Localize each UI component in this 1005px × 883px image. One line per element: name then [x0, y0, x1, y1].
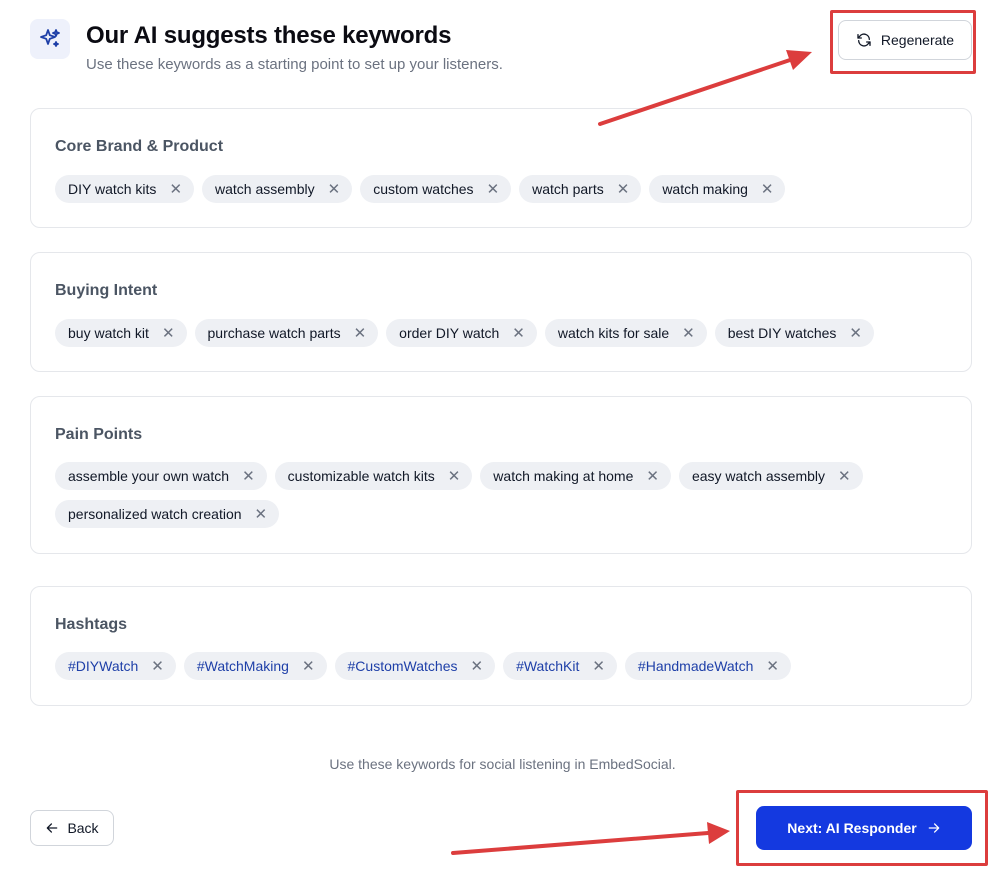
refresh-icon: [856, 32, 872, 48]
remove-keyword-icon[interactable]: ✕: [682, 326, 695, 341]
keyword-chip: watch kits for sale ✕: [544, 319, 707, 347]
remove-keyword-icon[interactable]: ✕: [838, 469, 851, 484]
section-card: Core Brand & Product DIY watch kits ✕ watc…: [30, 108, 972, 228]
remove-keyword-icon[interactable]: ✕: [255, 507, 268, 522]
remove-keyword-icon[interactable]: ✕: [354, 326, 367, 341]
annotation-arrow: [451, 822, 730, 855]
keyword-label: DIY watch kits: [68, 181, 157, 197]
remove-keyword-icon[interactable]: ✕: [470, 659, 483, 674]
section-title: Buying Intent: [55, 282, 158, 299]
keyword-chip: assemble your own watch ✕: [55, 462, 267, 490]
hashtag-chip: #WatchKit ✕: [503, 652, 617, 680]
keyword-label: #WatchKit: [516, 658, 580, 674]
section-title: Pain Points: [55, 426, 143, 443]
keyword-label: purchase watch parts: [207, 325, 341, 341]
keyword-label: watch making: [662, 181, 748, 197]
page-subtitle: Use these keywords as a starting point t…: [86, 56, 503, 73]
section-title: Hashtags: [55, 616, 128, 633]
keyword-chip: customizable watch kits ✕: [274, 462, 473, 490]
keyword-chip: watch assembly ✕: [202, 175, 353, 203]
remove-keyword-icon[interactable]: ✕: [766, 659, 779, 674]
remove-keyword-icon[interactable]: ✕: [487, 182, 500, 197]
regenerate-button[interactable]: Regenerate: [838, 20, 972, 60]
keyword-label: order DIY watch: [399, 325, 500, 341]
next-ai-responder-button[interactable]: Next: AI Responder: [756, 806, 972, 850]
keyword-label: best DIY watches: [727, 325, 837, 341]
keyword-label: easy watch assembly: [691, 468, 826, 484]
section-card: Hashtags #DIYWatch ✕ #WatchMaking ✕ #CustomW…: [30, 586, 972, 706]
keyword-label: buy watch kit: [68, 325, 149, 341]
keyword-label: #HandmadeWatch: [637, 658, 754, 674]
remove-keyword-icon[interactable]: ✕: [849, 326, 862, 341]
arrow-left-icon: [45, 821, 59, 835]
keyword-chip: watch making ✕: [649, 175, 786, 203]
remove-keyword-icon[interactable]: ✕: [617, 182, 630, 197]
hashtag-chip: #WatchMaking ✕: [183, 652, 327, 680]
section-card: Pain Points assemble your own watch ✕ cust…: [30, 396, 972, 554]
remove-keyword-icon[interactable]: ✕: [761, 182, 774, 197]
keyword-chip: watch parts ✕: [519, 175, 642, 203]
keyword-label: customizable watch kits: [287, 468, 435, 484]
remove-keyword-icon[interactable]: ✕: [169, 182, 182, 197]
keyword-chip: easy watch assembly ✕: [678, 462, 863, 490]
remove-keyword-icon[interactable]: ✕: [592, 659, 605, 674]
keyword-label: personalized watch creation: [68, 506, 242, 522]
keyword-list: buy watch kit ✕ purchase watch parts ✕ order…: [55, 319, 945, 347]
keyword-chip: DIY watch kits ✕: [55, 175, 195, 203]
keyword-chip: custom watches ✕: [360, 175, 512, 203]
keyword-label: #CustomWatches: [347, 658, 458, 674]
keyword-label: #WatchMaking: [196, 658, 289, 674]
remove-keyword-icon[interactable]: ✕: [162, 326, 175, 341]
keyword-chip: watch making at home ✕: [480, 462, 671, 490]
hashtag-chip: #HandmadeWatch ✕: [624, 652, 791, 680]
keyword-label: watch kits for sale: [557, 325, 670, 341]
keyword-label: #DIYWatch: [68, 658, 139, 674]
keyword-label: watch assembly: [215, 181, 315, 197]
remove-keyword-icon[interactable]: ✕: [448, 469, 461, 484]
remove-keyword-icon[interactable]: ✕: [328, 182, 341, 197]
keyword-label: assemble your own watch: [68, 468, 230, 484]
keyword-label: watch parts: [532, 181, 604, 197]
keyword-chip: personalized watch creation ✕: [55, 500, 280, 528]
keyword-chip: best DIY watches ✕: [714, 319, 874, 347]
keyword-list: assemble your own watch ✕ customizable wat…: [55, 462, 945, 528]
remove-keyword-icon[interactable]: ✕: [512, 326, 525, 341]
keyword-list: #DIYWatch ✕ #WatchMaking ✕ #CustomWatches ✕ #W…: [55, 652, 945, 680]
remove-keyword-icon[interactable]: ✕: [302, 659, 315, 674]
keyword-label: custom watches: [373, 181, 474, 197]
footer-note: Use these keywords for social listening …: [329, 756, 676, 772]
section-title: Core Brand & Product: [55, 138, 224, 155]
section-card: Buying Intent buy watch kit ✕ purchase wat…: [30, 252, 972, 372]
back-label: Back: [67, 820, 99, 836]
remove-keyword-icon[interactable]: ✕: [151, 659, 164, 674]
hashtag-chip: #CustomWatches ✕: [334, 652, 496, 680]
keyword-chip: buy watch kit ✕: [55, 319, 187, 347]
keyword-chip: purchase watch parts ✕: [194, 319, 379, 347]
back-button[interactable]: Back: [30, 810, 114, 846]
arrow-right-icon: [927, 821, 941, 835]
sparkles-icon: [30, 19, 70, 59]
remove-keyword-icon[interactable]: ✕: [646, 469, 659, 484]
keyword-list: DIY watch kits ✕ watch assembly ✕ custom wat…: [55, 175, 945, 203]
hashtag-chip: #DIYWatch ✕: [55, 652, 176, 680]
next-label: Next: AI Responder: [787, 820, 917, 836]
remove-keyword-icon[interactable]: ✕: [242, 469, 255, 484]
regenerate-label: Regenerate: [880, 32, 955, 48]
keyword-label: watch making at home: [493, 468, 634, 484]
page-title: Our AI suggests these keywords: [86, 22, 452, 49]
keyword-chip: order DIY watch ✕: [386, 319, 537, 347]
